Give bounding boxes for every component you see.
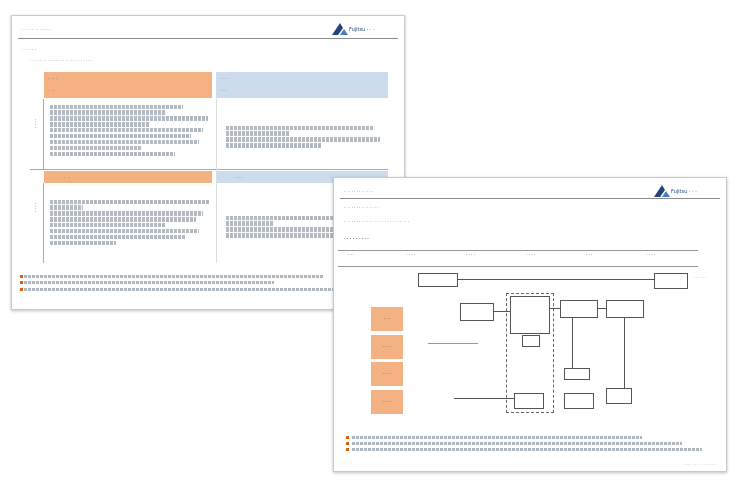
col2-header: · · · · · · · [216, 72, 388, 98]
slide-2: · · · · · · · · · · · · Fujitsu · · · · … [333, 177, 727, 472]
flow-box-5 [560, 300, 598, 318]
footer: · · · · · · · · · · · · · · · [683, 463, 716, 467]
col2-header-label: · · · · [220, 76, 229, 81]
col1-header: · · · · · · · [44, 72, 212, 98]
connector-5 [572, 318, 573, 368]
diagram-title: · · · · · · · · · [344, 236, 369, 241]
connector-4 [598, 308, 606, 309]
flow-box-10 [564, 393, 594, 409]
connector-2 [494, 311, 510, 312]
red-note: · · · · · · [694, 276, 707, 280]
row-label-1: · · · [371, 307, 403, 331]
note-bullet-1 [20, 275, 23, 278]
row1-label-cell: · · · · [30, 99, 44, 169]
flow-box-2 [460, 303, 494, 321]
subtitle: · · · · · · · · · · · · · · · · · · · · … [344, 219, 409, 224]
col1-header-label: · · · · [48, 76, 57, 81]
phase-6: · · · · [646, 252, 655, 257]
slide-title: · · · · · · · · · · · · · · [344, 205, 379, 210]
breadcrumb: · · · · · · · · · · · · [22, 27, 52, 32]
table-col-divider [216, 99, 217, 263]
note-line-1 [24, 275, 324, 278]
connector-7 [454, 398, 514, 399]
connector-3 [550, 308, 560, 309]
row-label-3: · · · · [371, 362, 403, 386]
flow-box-8 [564, 368, 590, 380]
dashed-group [506, 293, 554, 413]
note-bullet-2 [20, 281, 23, 284]
phase-1: · · · [348, 252, 355, 257]
col2-sub-label: · · · [220, 88, 227, 93]
row-label-2: · · · · [371, 335, 403, 359]
breadcrumb: · · · · · · · · · · · · [344, 189, 374, 194]
note-bullet-3 [346, 448, 349, 451]
note-line-1 [352, 436, 642, 439]
logo-icon [654, 185, 670, 197]
flow-box-7 [654, 273, 688, 289]
phase-line-bottom [338, 266, 698, 267]
table-row-divider [30, 169, 388, 170]
row2-header2-label: · · · [236, 175, 243, 180]
note-bullet-3 [20, 288, 23, 291]
flow-box-6 [606, 300, 644, 318]
row2-header1-label: · · · [64, 175, 71, 180]
phase-5: · · · [586, 252, 593, 257]
connector-8 [428, 343, 478, 344]
logo-text: Fujitsu · · · [349, 27, 375, 33]
row2-label-cell: · · · · [30, 183, 44, 263]
row1-label: · · · · [33, 119, 38, 128]
company-logo: Fujitsu · · · [654, 184, 714, 198]
connector-6 [624, 318, 625, 388]
logo-icon [332, 23, 348, 35]
company-logo: Fujitsu · · · [332, 22, 392, 36]
row2-header1: · · · [44, 171, 212, 183]
row2-col1-bullets [44, 196, 216, 262]
note-line-2 [352, 442, 682, 445]
row-label-4: · · · · [371, 390, 403, 414]
note-bullet-2 [346, 442, 349, 445]
row1-col2-bullets [220, 122, 386, 162]
phase-line-top [338, 250, 698, 251]
row1-col1-bullets [44, 101, 216, 169]
section-title: · · · · · · [22, 47, 36, 52]
intro-text: · · · · · · · · · · · · · · · · · · · · … [30, 58, 93, 63]
connector-1 [458, 279, 654, 280]
header-divider [18, 38, 398, 39]
header-divider [340, 198, 720, 199]
phase-4: · · · · [526, 252, 535, 257]
note-line-3 [352, 448, 702, 451]
note-line-3 [24, 288, 354, 291]
note-bullet-1 [346, 436, 349, 439]
flow-box-1 [418, 273, 458, 287]
flow-box-11 [606, 388, 632, 404]
phase-3: · · · · [466, 252, 475, 257]
row2-label: · · · · [33, 203, 38, 212]
phase-2: · · · · [406, 252, 415, 257]
note-line-2 [24, 281, 274, 284]
logo-text: Fujitsu · · · [671, 189, 697, 195]
col1-sub-label: · · · [48, 88, 55, 93]
